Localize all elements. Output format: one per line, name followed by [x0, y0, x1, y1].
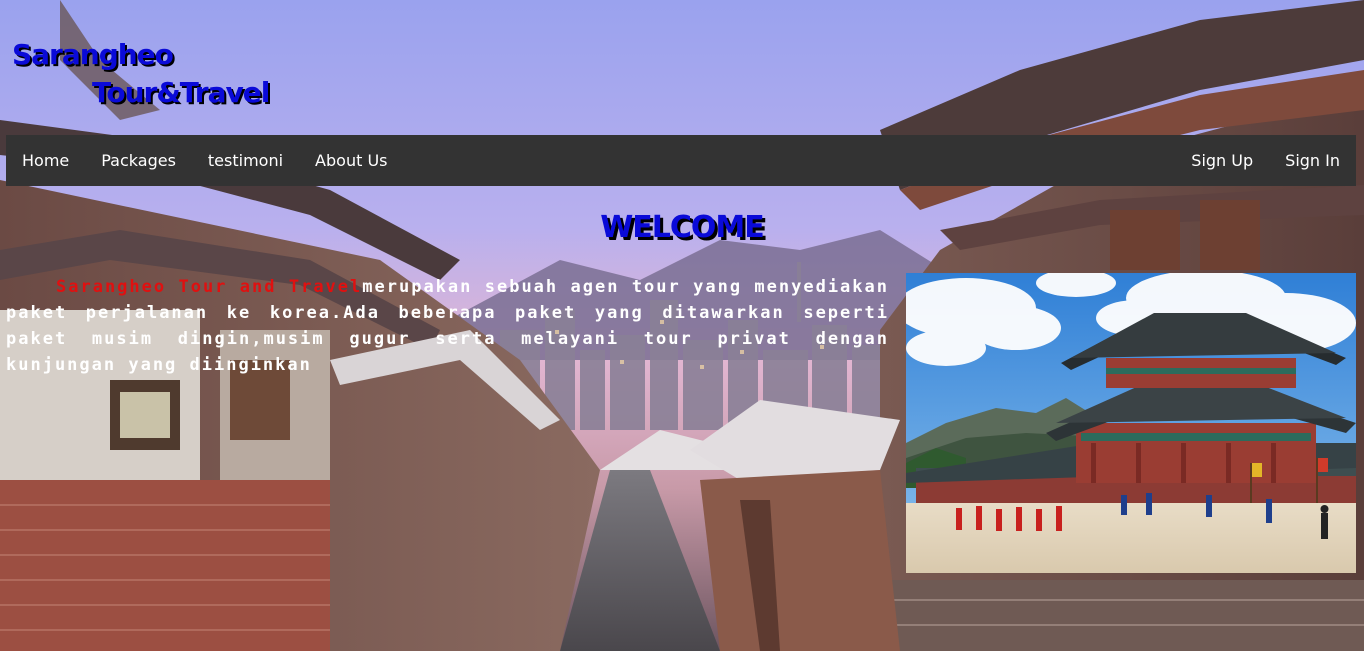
- logo-line-1: Sarangheo: [12, 38, 174, 71]
- nav-sign-up-link[interactable]: Sign Up: [1175, 135, 1269, 186]
- brand-name-text: Sarangheo Tour and Travel: [56, 277, 363, 297]
- nav-right-group: Sign Up Sign In: [1175, 135, 1356, 186]
- main-navbar: Home Packages testimoni About Us Sign Up…: [6, 135, 1356, 186]
- nav-testimoni-link[interactable]: testimoni: [192, 135, 299, 186]
- nav-about-us-link[interactable]: About Us: [299, 135, 403, 186]
- nav-packages-link[interactable]: Packages: [85, 135, 192, 186]
- welcome-heading: WELCOME: [600, 210, 765, 245]
- nav-left-group: Home Packages testimoni About Us: [6, 135, 403, 186]
- intro-paragraph: Sarangheo Tour and Travelmerupakan sebua…: [6, 274, 889, 378]
- nav-sign-in-link[interactable]: Sign In: [1269, 135, 1356, 186]
- logo-line-2: Tour&Travel: [92, 76, 270, 109]
- gyeongbokgung-palace-photo: [906, 273, 1356, 573]
- site-logo[interactable]: Sarangheo Tour&Travel: [12, 36, 302, 116]
- nav-home-link[interactable]: Home: [6, 135, 85, 186]
